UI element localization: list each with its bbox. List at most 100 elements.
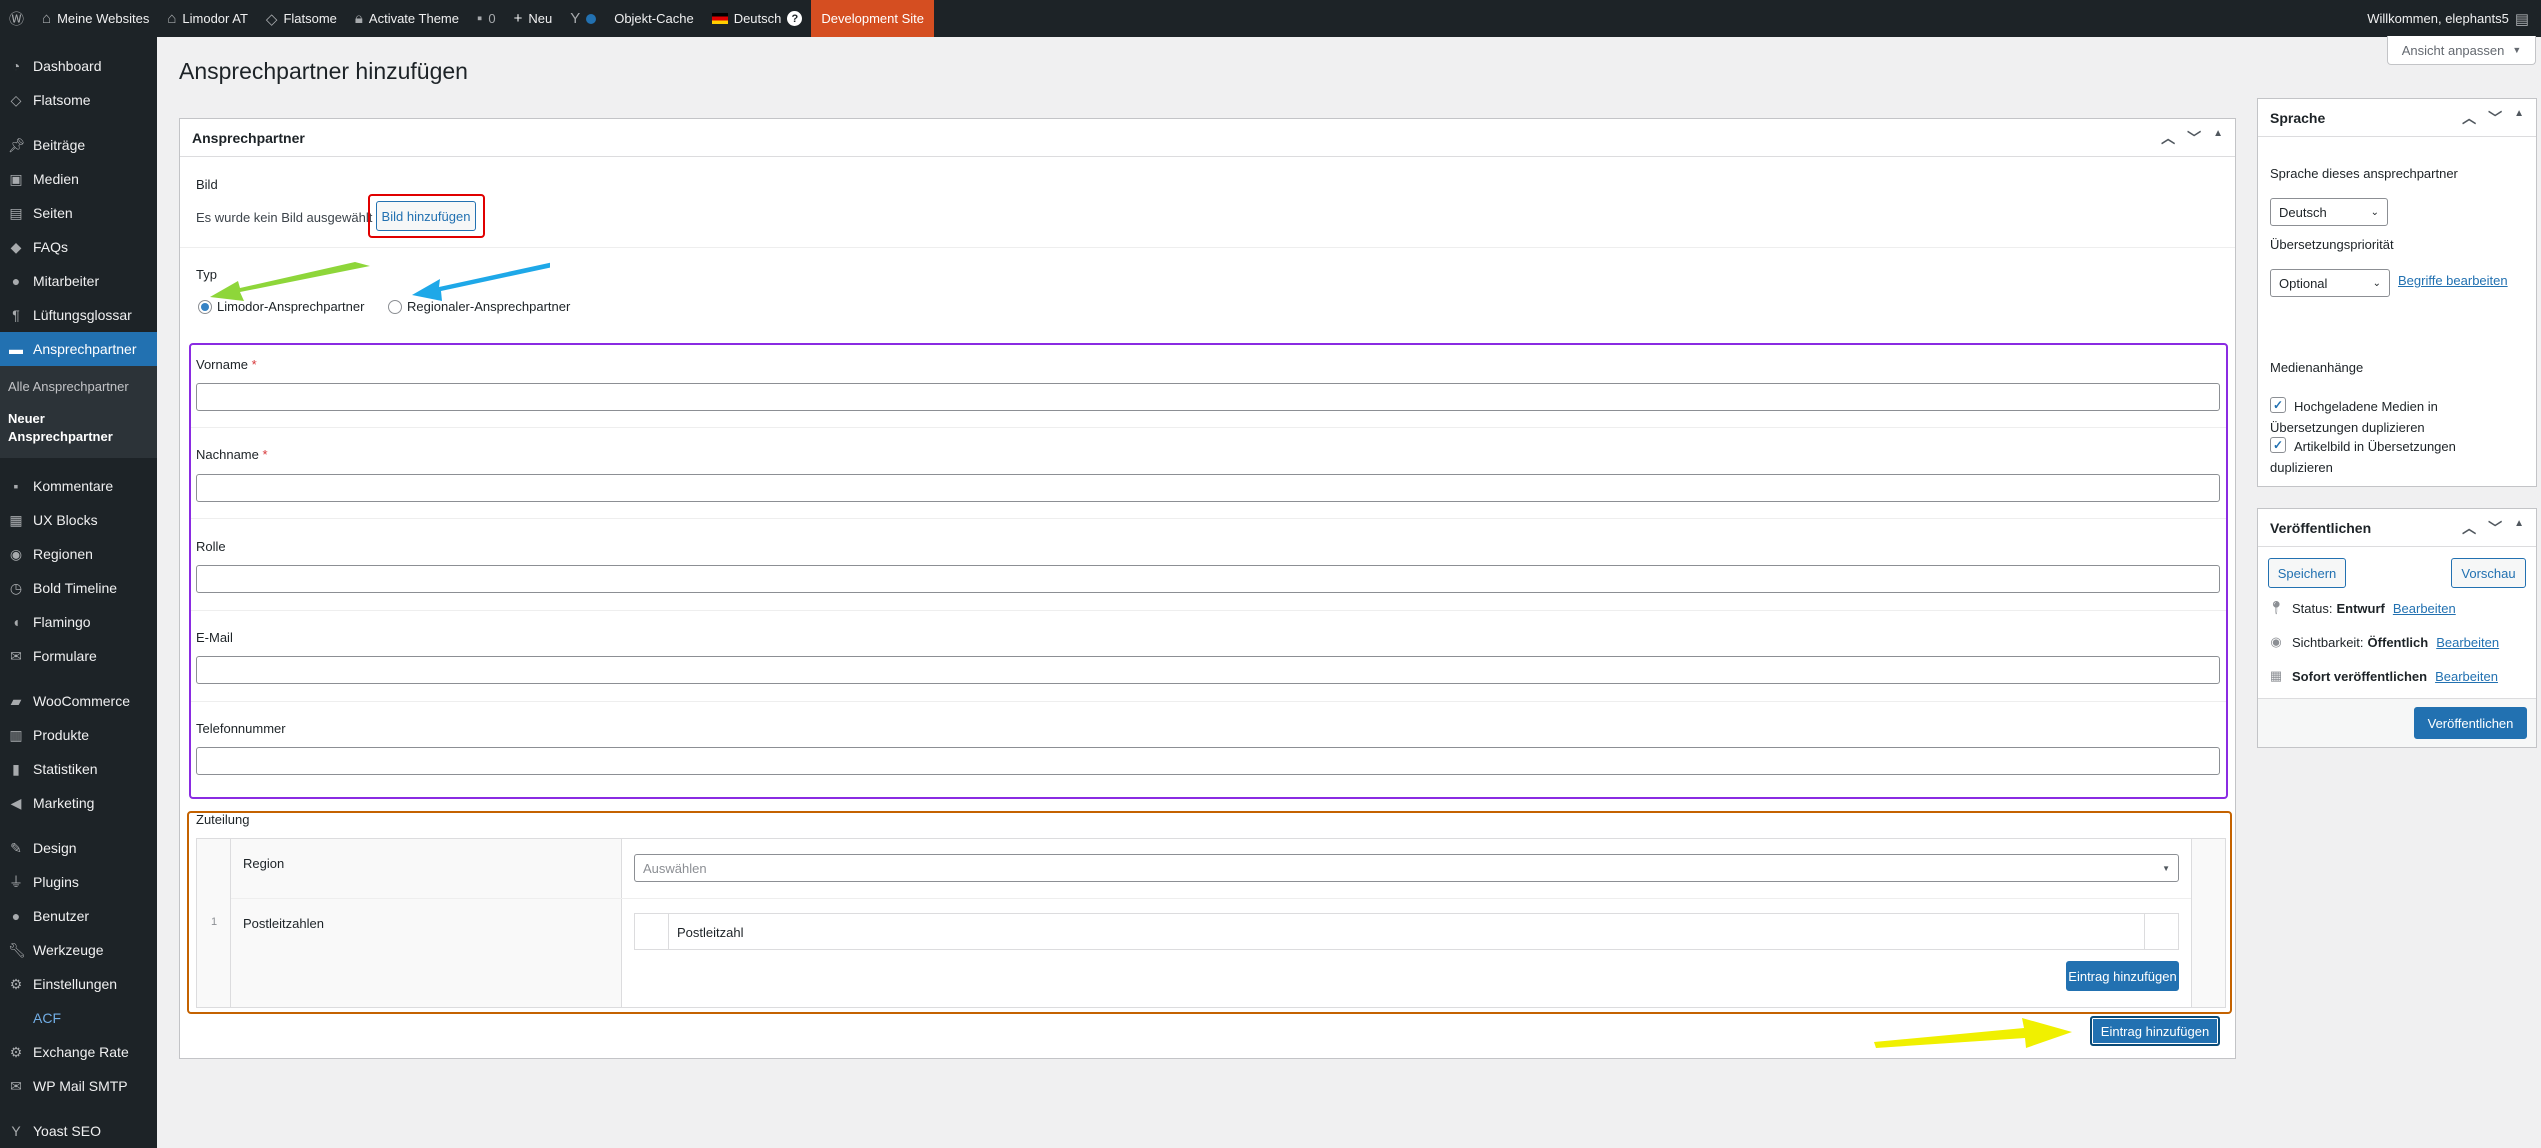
ansprechpartner-submenu: Alle Ansprechpartner Neuer Ansprechpartne…: [0, 366, 157, 458]
paragraph-icon: ¶: [12, 307, 20, 323]
sidebar-item-acf[interactable]: ACF: [0, 1001, 157, 1035]
lastname-input[interactable]: [196, 474, 2220, 502]
development-site-badge[interactable]: Development Site: [811, 0, 935, 37]
assignment-label: Zuteilung: [196, 812, 250, 827]
menu-separator: [0, 117, 157, 128]
email-input[interactable]: [196, 656, 2220, 684]
sidebar-item-ansprechpartner[interactable]: ▬ Ansprechpartner: [0, 332, 157, 366]
sidebar-item-einstellungen[interactable]: ⚙ Einstellungen: [0, 967, 157, 1001]
phone-input[interactable]: [196, 747, 2220, 775]
sidebar-item-seiten[interactable]: ▤ Seiten: [0, 196, 157, 230]
sidebar-item-ux-blocks[interactable]: ▦ UX Blocks: [0, 503, 157, 537]
row-handle[interactable]: 1: [197, 839, 231, 1007]
save-draft-button[interactable]: Speichern: [2268, 558, 2346, 588]
move-up-icon[interactable]: ︿: [2462, 108, 2476, 128]
edit-status-link[interactable]: Bearbeiten: [2393, 601, 2456, 616]
sidebar-item-plugins[interactable]: ⏚ Plugins: [0, 865, 157, 899]
sidebar-item-produkte[interactable]: ▥ Produkte: [0, 718, 157, 752]
submenu-all-contacts[interactable]: Alle Ansprechpartner: [0, 374, 157, 400]
region-select-placeholder: Auswählen: [643, 860, 707, 876]
sidebar-item-label: Exchange Rate: [33, 1044, 129, 1060]
flatsome-menu[interactable]: ◇ Flatsome: [257, 0, 346, 37]
firstname-label: Vorname *: [196, 357, 257, 372]
collapse-toggle-icon[interactable]: ▲: [2514, 518, 2524, 538]
yoast-menu[interactable]: Y: [561, 0, 605, 37]
zip-handle-column: [635, 914, 669, 949]
sidebar-item-medien[interactable]: ▣ Medien: [0, 162, 157, 196]
sidebar-item-regionen[interactable]: ◉ Regionen: [0, 537, 157, 571]
sidebar-item-design[interactable]: ✎ Design: [0, 831, 157, 865]
settings-icon: ⚙: [9, 975, 23, 992]
edit-visibility-link[interactable]: Bearbeiten: [2436, 635, 2499, 650]
activate-theme-link[interactable]: 🔒︎ Activate Theme: [346, 0, 468, 37]
comment-icon: ▪: [477, 10, 483, 27]
sidebar-item-flatsome[interactable]: ◇ Flatsome: [0, 83, 157, 117]
pin-icon: 📍︎: [2268, 600, 2285, 615]
sidebar-item-wp-mail-smtp[interactable]: ✉ WP Mail SMTP: [0, 1069, 157, 1103]
object-cache-menu[interactable]: Objekt-Cache: [605, 0, 702, 37]
language-metabox-title: Sprache: [2270, 109, 2326, 126]
sidebar-item-flamingo[interactable]: ◖ Flamingo: [0, 605, 157, 639]
comments-count: 0: [488, 11, 496, 26]
sidebar-item-beiträge[interactable]: 📌︎ Beiträge: [0, 128, 157, 162]
language-switcher[interactable]: Deutsch?: [703, 0, 812, 37]
new-content-menu[interactable]: + Neu: [505, 0, 562, 37]
sidebar-item-woocommerce[interactable]: ▰ WooCommerce: [0, 684, 157, 718]
sidebar-item-mitarbeiter[interactable]: ● Mitarbeiter: [0, 264, 157, 298]
site-name-menu[interactable]: ⌂ Limodor AT: [158, 0, 257, 37]
add-entry-button[interactable]: Eintrag hinzufügen: [2090, 1016, 2220, 1046]
submenu-new-contact[interactable]: Neuer Ansprechpartner: [0, 406, 120, 450]
sidebar-item-lüftungsglossar[interactable]: ¶ Lüftungsglossar: [0, 298, 157, 332]
chevron-down-icon: ⌄: [2372, 277, 2381, 289]
sidebar-item-label: Regionen: [33, 546, 93, 562]
sidebar-item-label: Lüftungsglossar: [33, 307, 132, 323]
move-up-icon[interactable]: ︿: [2462, 518, 2476, 538]
role-input[interactable]: [196, 565, 2220, 593]
sidebar-item-werkzeuge[interactable]: 🔧︎ Werkzeuge: [0, 933, 157, 967]
menu-separator: [0, 820, 157, 831]
screen-options-button[interactable]: Ansicht anpassen ▼: [2387, 36, 2536, 65]
sidebar-item-dashboard[interactable]: ◔ Dashboard: [0, 49, 157, 83]
sidebar-item-yoast-seo[interactable]: Y Yoast SEO: [0, 1114, 157, 1148]
edit-schedule-link[interactable]: Bearbeiten: [2435, 669, 2498, 684]
sidebar-item-bold-timeline[interactable]: ◷ Bold Timeline: [0, 571, 157, 605]
yoast-icon: Y: [11, 1123, 21, 1139]
grid-icon: ▦: [9, 511, 23, 528]
region-select[interactable]: Auswählen ▼: [634, 854, 2179, 882]
move-down-icon[interactable]: ﹀: [2187, 128, 2201, 148]
blue-arrow-icon: [412, 262, 550, 301]
move-up-icon[interactable]: ︿: [2161, 128, 2175, 148]
comments-link[interactable]: ▪ 0: [468, 0, 505, 37]
wrench-icon: 🔧︎: [8, 941, 26, 958]
row-actions-column[interactable]: [2191, 839, 2225, 1007]
green-arrow-icon: [210, 262, 370, 301]
collapse-toggle-icon[interactable]: ▲: [2213, 128, 2223, 148]
plugin-icon: ⏚: [9, 874, 23, 890]
add-zip-entry-button[interactable]: Eintrag hinzufügen: [2066, 961, 2179, 991]
priority-value: Optional: [2279, 275, 2328, 291]
move-down-icon[interactable]: ﹀: [2488, 518, 2502, 538]
preview-button[interactable]: Vorschau: [2451, 558, 2526, 588]
my-sites-menu[interactable]: ⌂ Meine Websites: [33, 0, 158, 37]
edit-terms-link[interactable]: Begriffe bearbeiten: [2398, 273, 2508, 288]
sidebar-item-benutzer[interactable]: ● Benutzer: [0, 899, 157, 933]
annotation-arrows: [210, 262, 550, 301]
collapse-toggle-icon[interactable]: ▲: [2514, 108, 2524, 128]
sidebar-item-statistiken[interactable]: ▮ Statistiken: [0, 752, 157, 786]
publish-button[interactable]: Veröffentlichen: [2414, 707, 2527, 739]
sidebar-item-exchange-rate[interactable]: ⚙ Exchange Rate: [0, 1035, 157, 1069]
sidebar-item-marketing[interactable]: ◀ Marketing: [0, 786, 157, 820]
firstname-input[interactable]: [196, 383, 2220, 411]
sidebar-item-faqs[interactable]: ◆ FAQs: [0, 230, 157, 264]
account-menu[interactable]: Willkommen, elephants5 ▤: [2358, 0, 2541, 37]
move-down-icon[interactable]: ﹀: [2488, 108, 2502, 128]
priority-select[interactable]: Optional ⌄: [2270, 269, 2390, 297]
visibility-label: Sichtbarkeit:: [2292, 634, 2364, 650]
sidebar-item-formulare[interactable]: ✉ Formulare: [0, 639, 157, 673]
sidebar-item-kommentare[interactable]: ▪ Kommentare: [0, 469, 157, 503]
duplicate-media-label: Hochgeladene Medien in Übersetzungen dup…: [2270, 399, 2438, 435]
language-label: Deutsch: [733, 11, 782, 26]
status-row: 📍︎ Status: Entwurf Bearbeiten: [2268, 600, 2456, 616]
wordpress-logo[interactable]: Ⓦ: [0, 0, 33, 37]
post-language-select[interactable]: Deutsch ⌄: [2270, 198, 2388, 226]
